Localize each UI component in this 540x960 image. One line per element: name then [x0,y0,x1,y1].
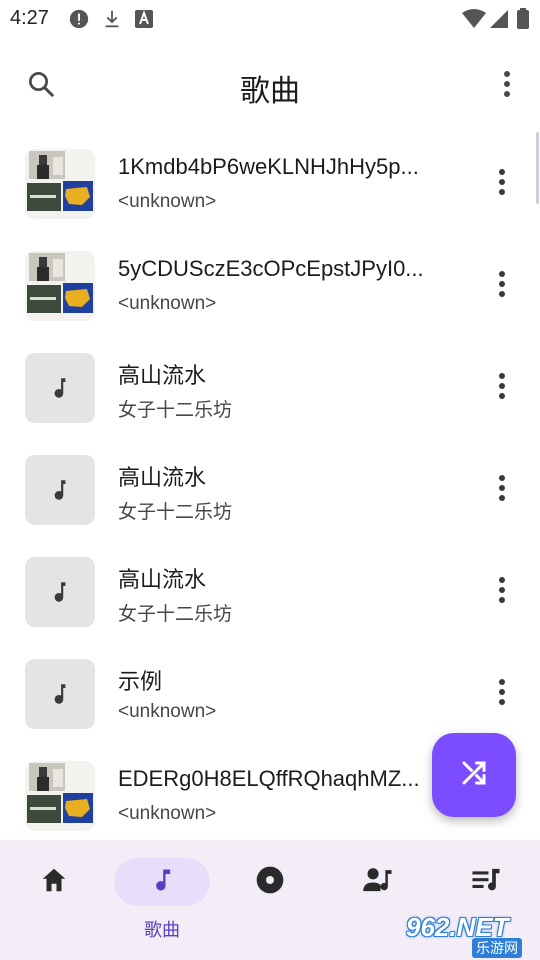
song-artist: 女子十二乐坊 [118,502,233,523]
alert-circle-icon [68,8,90,35]
download-icon [101,8,123,35]
song-title: 高山流水 [118,363,207,388]
nav-pill-active [114,858,210,906]
more-vertical-icon [498,270,506,303]
song-artist: 女子十二乐坊 [118,604,233,625]
music-note-placeholder-icon [25,353,95,423]
nav-pill [330,858,426,906]
song-more-button[interactable] [480,672,524,716]
song-title: 5yCDUSczE3cOPcEpstJPyI0... [118,256,424,281]
song-list-item[interactable]: 示例 <unknown> [0,642,540,744]
wifi-icon [461,8,487,35]
status-time: 4:27 [10,7,49,29]
song-list-item[interactable]: 高山流水女子十二乐坊 [0,438,540,540]
song-list-item[interactable]: 1Kmdb4bP6weKLNHJhHy5p... <unknown> [0,132,540,234]
more-vertical-icon [498,576,506,609]
song-more-button[interactable] [480,468,524,512]
song-list-item[interactable]: 高山流水女子十二乐坊 [0,540,540,642]
nav-label-songs: 歌曲 [144,920,180,940]
font-a-icon [134,8,154,35]
more-vertical-icon [498,474,506,507]
song-more-button[interactable] [480,162,524,206]
song-artist: <unknown> [118,803,217,824]
song-title: EDERg0H8ELQffRQhaqhMZ... [118,766,420,791]
music-note-placeholder-icon [25,659,95,729]
song-artist: 女子十二乐坊 [118,400,233,421]
playlist-icon [470,865,502,900]
nav-item-albums[interactable] [216,856,324,946]
battery-icon [516,8,530,35]
nav-item-home[interactable] [0,856,108,946]
watermark-logo: 962.NET 乐游网 [400,910,536,958]
song-artist: <unknown> [118,701,217,722]
more-vertical-icon [498,372,506,405]
music-note-placeholder-icon [25,455,95,525]
signal-icon [488,8,510,35]
song-list-item[interactable]: 5yCDUSczE3cOPcEpstJPyI0... <unknown> [0,234,540,336]
more-vertical-icon [503,70,511,103]
more-vertical-icon [498,168,506,201]
nav-pill [6,858,102,906]
nav-item-songs[interactable]: 歌曲 [108,856,216,946]
song-artist: <unknown> [118,293,217,314]
song-list-item[interactable]: 高山流水女子十二乐坊 [0,336,540,438]
song-title: 高山流水 [118,465,207,490]
overflow-menu-button[interactable] [485,64,529,108]
album-art-thumbnail [25,149,95,219]
album-art-thumbnail [25,761,95,831]
music-note-icon [148,865,176,900]
page-title: 歌曲 [240,75,300,108]
song-more-button[interactable] [480,264,524,308]
watermark-sub: 乐游网 [472,938,522,958]
more-vertical-icon [498,678,506,711]
song-title: 高山流水 [118,567,207,592]
shuffle-icon [459,758,489,793]
scrollbar[interactable] [536,132,539,204]
song-artist: <unknown> [118,191,217,212]
album-icon [254,864,286,901]
song-title: 1Kmdb4bP6weKLNHJhHy5p... [118,154,419,179]
home-icon [39,865,69,900]
music-note-placeholder-icon [25,557,95,627]
song-more-button[interactable] [480,366,524,410]
status-bar: 4:27 [0,0,540,38]
album-art-thumbnail [25,251,95,321]
app-bar: 歌曲 [0,48,540,124]
song-more-button[interactable] [480,570,524,614]
song-title: 示例 [118,669,163,694]
artist-icon [362,865,394,900]
shuffle-button[interactable] [432,733,516,817]
nav-pill [438,858,534,906]
nav-pill [222,858,318,906]
